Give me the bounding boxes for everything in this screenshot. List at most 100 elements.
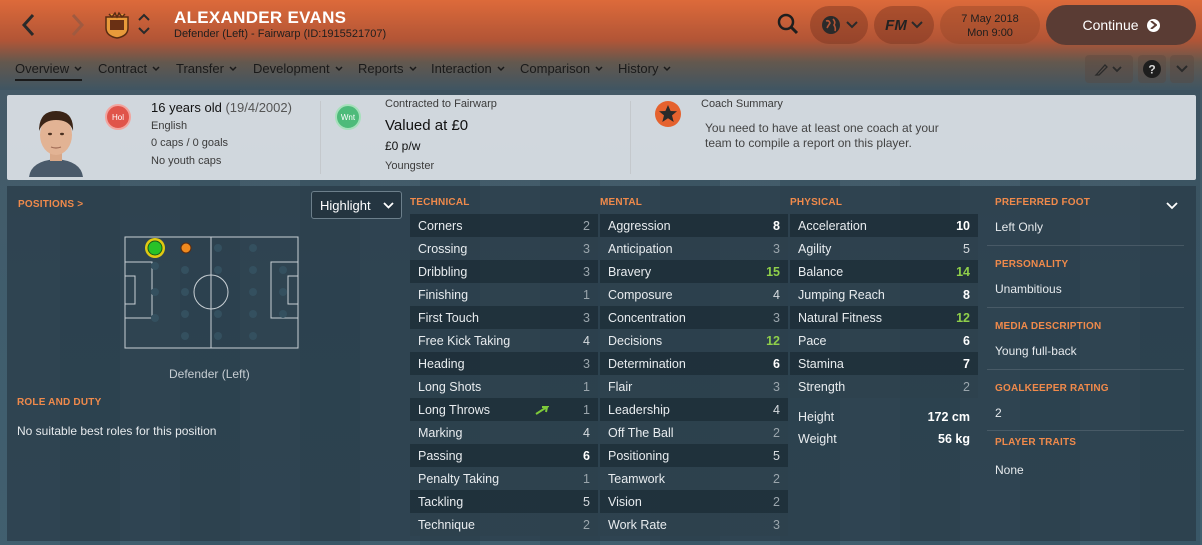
attribute-value: 5 xyxy=(583,494,590,509)
attribute-row[interactable]: Stamina 7 xyxy=(790,352,978,375)
continue-label: Continue xyxy=(1082,17,1139,33)
tab-history[interactable]: History xyxy=(618,61,671,76)
club-crest-icon[interactable] xyxy=(103,11,131,39)
attribute-row[interactable]: Anticipation 3 xyxy=(600,237,788,260)
highlight-dropdown[interactable]: Highlight xyxy=(311,191,402,219)
attribute-row[interactable]: Composure 4 xyxy=(600,283,788,306)
attribute-row[interactable]: Tackling 5 xyxy=(410,490,598,513)
attribute-row[interactable]: Concentration 3 xyxy=(600,306,788,329)
tab-transfer[interactable]: Transfer xyxy=(176,61,237,76)
attribute-row[interactable]: Flair 3 xyxy=(600,375,788,398)
attribute-row[interactable]: Dribbling 3 xyxy=(410,260,598,283)
tab-development[interactable]: Development xyxy=(253,61,343,76)
wanted-badge[interactable]: Wnt xyxy=(335,104,361,130)
attribute-row[interactable]: Corners 2 xyxy=(410,214,598,237)
attribute-value: 1 xyxy=(583,471,590,486)
continue-button[interactable]: Continue xyxy=(1046,5,1196,45)
attribute-value: 10 xyxy=(956,218,970,233)
attribute-value: 4 xyxy=(583,333,590,348)
attribute-row[interactable]: Balance 14 xyxy=(790,260,978,283)
player-switch-icon[interactable] xyxy=(137,11,151,37)
attribute-row[interactable]: Pace 6 xyxy=(790,329,978,352)
youth-caps-text: No youth caps xyxy=(151,155,222,167)
attribute-row[interactable]: Penalty Taking 1 xyxy=(410,467,598,490)
chevron-down-icon xyxy=(409,65,417,71)
attribute-name: Positioning xyxy=(608,448,670,463)
tab-interaction[interactable]: Interaction xyxy=(431,61,505,76)
attribute-name: Stamina xyxy=(798,356,844,371)
attribute-name: Long Throws xyxy=(418,402,491,417)
tab-reports[interactable]: Reports xyxy=(358,61,417,76)
attribute-row[interactable]: Crossing 3 xyxy=(410,237,598,260)
attribute-value: 1 xyxy=(583,287,590,302)
attribute-row[interactable]: Heading 3 xyxy=(410,352,598,375)
attribute-value: 7 xyxy=(963,356,970,371)
holiday-badge[interactable]: Hol xyxy=(105,104,131,130)
positions-title[interactable]: POSITIONS > xyxy=(18,199,83,210)
chevron-down-icon xyxy=(152,65,160,71)
attribute-row[interactable]: Leadership 4 xyxy=(600,398,788,421)
age-line: 16 years old (19/4/2002) xyxy=(151,100,292,115)
value-text: Valued at £0 xyxy=(385,117,469,134)
player-name: ALEXANDER EVANS xyxy=(174,8,347,27)
date-display[interactable]: 7 May 2018 Mon 9:00 xyxy=(940,6,1040,44)
technical-title: TECHNICAL xyxy=(410,197,470,208)
more-button[interactable] xyxy=(1170,55,1194,83)
tab-menu: Overview Contract Transfer Development R… xyxy=(0,56,1202,84)
attribute-row[interactable]: Long Throws 1 xyxy=(410,398,598,421)
attribute-name: Dribbling xyxy=(418,264,468,279)
attribute-row[interactable]: Agility 5 xyxy=(790,237,978,260)
attribute-row[interactable]: Work Rate 3 xyxy=(600,513,788,536)
attribute-name: Technique xyxy=(418,517,475,532)
tab-label: Overview xyxy=(15,61,70,76)
fm-menu-button[interactable]: FM xyxy=(874,6,934,44)
back-button[interactable] xyxy=(14,10,44,40)
attribute-row[interactable]: Jumping Reach 8 xyxy=(790,283,978,306)
attribute-row[interactable]: Passing 6 xyxy=(410,444,598,467)
attribute-row[interactable]: Natural Fitness 12 xyxy=(790,306,978,329)
tab-comparison[interactable]: Comparison xyxy=(520,61,603,76)
attribute-row[interactable]: Free Kick Taking 4 xyxy=(410,329,598,352)
attribute-row[interactable]: Positioning 5 xyxy=(600,444,788,467)
tab-contract[interactable]: Contract xyxy=(98,61,160,76)
attribute-row[interactable]: Finishing 1 xyxy=(410,283,598,306)
attribute-value: 6 xyxy=(773,356,780,371)
attribute-row[interactable]: Strength 2 xyxy=(790,375,978,398)
attribute-value: 3 xyxy=(773,241,780,256)
help-button[interactable]: ? xyxy=(1138,55,1166,83)
chevron-down-icon[interactable] xyxy=(1166,202,1178,210)
preferred-foot-title: PREFERRED FOOT xyxy=(995,197,1091,208)
attribute-row[interactable]: Teamwork 2 xyxy=(600,467,788,490)
divider xyxy=(987,369,1184,370)
tab-overview[interactable]: Overview xyxy=(15,61,83,81)
attribute-name: Aggression xyxy=(608,218,671,233)
position-label: Defender (Left) xyxy=(169,367,250,381)
attribute-row[interactable]: Aggression 8 xyxy=(600,214,788,237)
role-duty-title: ROLE AND DUTY xyxy=(17,397,102,408)
attribute-value: 8 xyxy=(963,287,970,302)
physical-title: PHYSICAL xyxy=(790,197,843,208)
attribute-row[interactable]: First Touch 3 xyxy=(410,306,598,329)
attribute-name: Finishing xyxy=(418,287,469,302)
badge-label: Wnt xyxy=(340,112,356,122)
attribute-row[interactable]: Decisions 12 xyxy=(600,329,788,352)
attribute-row[interactable]: Vision 2 xyxy=(600,490,788,513)
help-icon: ? xyxy=(1143,60,1161,78)
attribute-row[interactable]: Determination 6 xyxy=(600,352,788,375)
forward-button[interactable] xyxy=(62,10,92,40)
world-menu-button[interactable] xyxy=(810,6,868,44)
attribute-row[interactable]: Technique 2 xyxy=(410,513,598,536)
attribute-row[interactable]: Acceleration 10 xyxy=(790,214,978,237)
attribute-row[interactable]: Long Shots 1 xyxy=(410,375,598,398)
attribute-row[interactable]: Off The Ball 2 xyxy=(600,421,788,444)
attribute-name: Concentration xyxy=(608,310,686,325)
attribute-name: Leadership xyxy=(608,402,670,417)
attribute-row[interactable]: Marking 4 xyxy=(410,421,598,444)
attribute-value: 4 xyxy=(773,402,780,417)
chevron-down-icon xyxy=(846,21,858,29)
age-text: 16 years old xyxy=(151,100,222,115)
search-icon[interactable] xyxy=(776,12,800,36)
attribute-row[interactable]: Bravery 15 xyxy=(600,260,788,283)
attribute-name: Heading xyxy=(418,356,465,371)
edit-menu-button[interactable] xyxy=(1085,55,1133,83)
